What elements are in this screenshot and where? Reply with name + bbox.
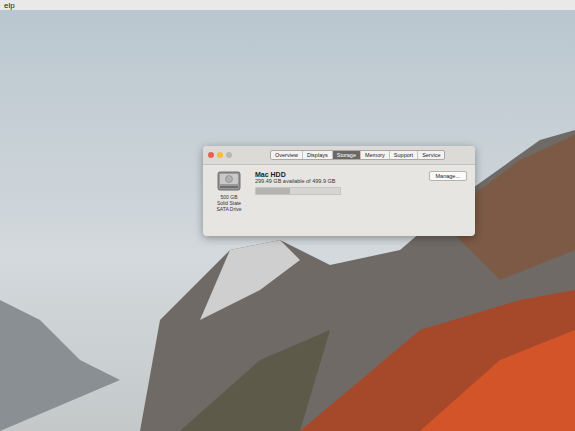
tab[interactable]: Memory	[361, 151, 390, 159]
window-controls	[208, 152, 232, 158]
about-this-mac-window: OverviewDisplaysStorageMemorySupportServ…	[203, 146, 475, 236]
tab[interactable]: Displays	[303, 151, 333, 159]
tab[interactable]: Support	[390, 151, 418, 159]
menu-item[interactable]: elp	[4, 1, 15, 10]
close-icon[interactable]	[208, 152, 214, 158]
tab[interactable]: Overview	[271, 151, 303, 159]
drive-type: SATA Drive	[216, 206, 241, 212]
drive-info: Mac HDD 299.49 GB available of 499.9 GB …	[255, 171, 467, 212]
storage-bar-fill	[256, 188, 290, 194]
tab[interactable]: Service	[418, 151, 444, 159]
minimize-icon[interactable]	[217, 152, 223, 158]
storage-bar	[255, 187, 341, 195]
drive-capacity: 500 GB	[221, 194, 238, 200]
menu-bar: elp	[0, 0, 575, 10]
tab[interactable]: Storage	[333, 151, 361, 159]
title-bar: OverviewDisplaysStorageMemorySupportServ…	[203, 146, 475, 165]
tab-bar: OverviewDisplaysStorageMemorySupportServ…	[270, 150, 445, 160]
manage-button[interactable]: Manage...	[429, 171, 467, 181]
hard-drive-icon	[217, 171, 241, 191]
zoom-icon[interactable]	[226, 152, 232, 158]
storage-panel: 500 GB Solid StateSATA Drive Mac HDD 299…	[203, 165, 475, 220]
drive-type: Solid State	[217, 200, 241, 206]
desktop: elp OverviewDisplaysStorageMemorySupport…	[0, 0, 575, 431]
drive-summary: 500 GB Solid StateSATA Drive	[211, 171, 247, 212]
drive-availability: 299.49 GB available of 499.9 GB	[255, 178, 335, 184]
drive-name: Mac HDD	[255, 171, 335, 178]
